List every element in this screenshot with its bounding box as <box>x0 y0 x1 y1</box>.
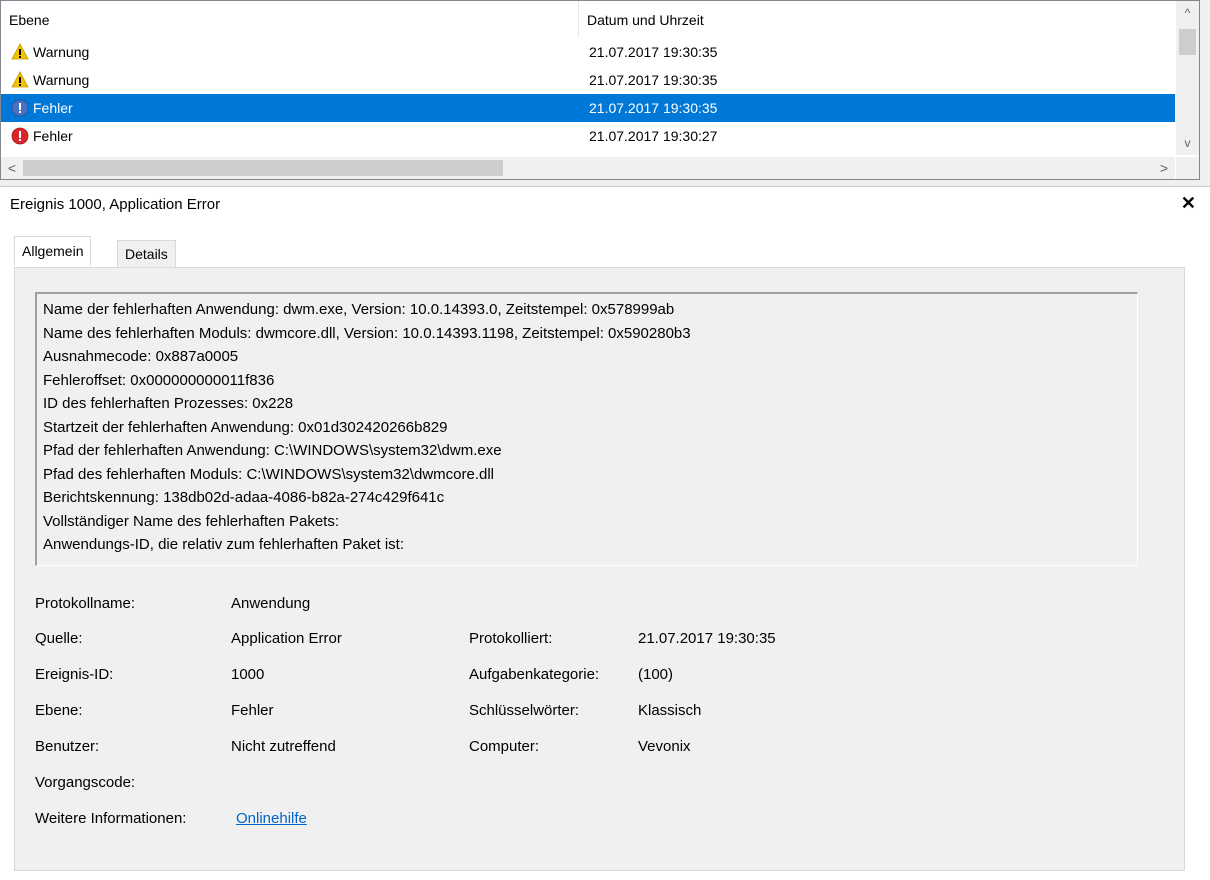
tab-panel-allgemein: Name der fehlerhaften Anwendung: dwm.exe… <box>14 267 1185 871</box>
row-level: Warnung <box>33 72 90 88</box>
value-ebene: Fehler <box>231 702 274 719</box>
table-row[interactable]: Warnung 21.07.2017 19:30:35 <box>1 38 1175 66</box>
event-description[interactable]: Name der fehlerhaften Anwendung: dwm.exe… <box>35 292 1138 566</box>
event-detail-pane: Ereignis 1000, Application Error ✕ Allge… <box>0 186 1210 880</box>
row-level: Fehler <box>33 100 73 116</box>
label-vorgangscode: Vorgangscode: <box>35 774 136 791</box>
label-ebene: Ebene: <box>35 702 83 719</box>
scroll-down-icon[interactable]: v <box>1176 131 1199 155</box>
vertical-scrollbar[interactable]: ^ v <box>1176 1 1199 155</box>
label-protokolliert: Protokolliert: <box>469 630 553 647</box>
event-rows: Warnung 21.07.2017 19:30:35 Warnung 21.0… <box>1 38 1175 150</box>
description-line: Anwendungs-ID, die relativ zum fehlerhaf… <box>43 536 405 553</box>
label-quelle: Quelle: <box>35 630 83 647</box>
description-line: Berichtskennung: 138db02d-adaa-4086-b82a… <box>43 489 445 506</box>
column-header-ebene[interactable]: Ebene <box>1 1 579 37</box>
table-row[interactable]: Warnung 21.07.2017 19:30:35 <box>1 66 1175 94</box>
label-ereignis-id: Ereignis-ID: <box>35 666 114 683</box>
value-protokollname: Anwendung <box>231 595 311 612</box>
warning-icon <box>11 43 29 61</box>
description-line: Pfad der fehlerhaften Anwendung: C:\WIND… <box>43 442 502 459</box>
vertical-scroll-thumb[interactable] <box>1179 29 1196 55</box>
horizontal-scrollbar[interactable]: < > <box>1 157 1175 179</box>
close-icon[interactable]: ✕ <box>1181 193 1196 214</box>
description-line: Name des fehlerhaften Moduls: dwmcore.dl… <box>43 324 691 342</box>
value-quelle: Application Error <box>231 630 342 647</box>
onlinehilfe-link[interactable]: Onlinehilfe <box>236 810 307 827</box>
row-date: 21.07.2017 19:30:27 <box>589 128 718 144</box>
description-line: ID des fehlerhaften Prozesses: 0x228 <box>43 395 294 412</box>
row-date: 21.07.2017 19:30:35 <box>589 100 718 116</box>
description-line: Ausnahmecode: 0x887a0005 <box>43 348 239 365</box>
value-computer: Vevonix <box>638 738 691 755</box>
error-icon <box>11 99 29 117</box>
label-computer: Computer: <box>469 738 540 755</box>
table-row-selected[interactable]: Fehler 21.07.2017 19:30:35 <box>1 94 1175 122</box>
value-aufgabenkategorie: (100) <box>638 666 674 683</box>
label-benutzer: Benutzer: <box>35 738 100 755</box>
scrollbar-corner <box>1176 157 1199 179</box>
description-line: Startzeit der fehlerhaften Anwendung: 0x… <box>43 418 448 436</box>
list-header: Ebene Datum und Uhrzeit <box>1 1 1175 37</box>
event-list[interactable]: Ebene Datum und Uhrzeit Warnung 21.07.20… <box>0 0 1200 180</box>
row-date: 21.07.2017 19:30:35 <box>589 44 718 60</box>
scroll-up-icon[interactable]: ^ <box>1176 1 1199 25</box>
column-header-datum[interactable]: Datum und Uhrzeit <box>579 1 1175 37</box>
label-weitere-informationen: Weitere Informationen: <box>35 810 187 827</box>
description-line: Pfad des fehlerhaften Moduls: C:\WINDOWS… <box>43 465 494 483</box>
detail-title: Ereignis 1000, Application Error <box>10 196 221 213</box>
scroll-left-icon[interactable]: < <box>1 157 23 179</box>
row-level: Fehler <box>33 128 73 144</box>
table-row[interactable]: Fehler 21.07.2017 19:30:27 <box>1 122 1175 150</box>
label-protokollname: Protokollname: <box>35 595 136 612</box>
value-schluesselwoerter: Klassisch <box>638 702 702 719</box>
description-line: Vollständiger Name des fehlerhaften Pake… <box>43 512 340 530</box>
error-icon <box>11 127 29 145</box>
row-date: 21.07.2017 19:30:35 <box>589 72 718 88</box>
tab-allgemein[interactable]: Allgemein <box>14 236 92 266</box>
value-protokolliert: 21.07.2017 19:30:35 <box>638 630 776 647</box>
warning-icon <box>11 71 29 89</box>
label-schluesselwoerter: Schlüsselwörter: <box>469 702 580 719</box>
value-ereignis-id: 1000 <box>231 666 265 683</box>
value-benutzer: Nicht zutreffend <box>231 738 336 755</box>
description-line: Fehleroffset: 0x000000000011f836 <box>43 371 275 389</box>
label-aufgabenkategorie: Aufgabenkategorie: <box>469 666 600 683</box>
tab-details[interactable]: Details <box>117 240 176 268</box>
description-line: Name der fehlerhaften Anwendung: dwm.exe… <box>43 301 675 318</box>
row-level: Warnung <box>33 44 90 60</box>
horizontal-scroll-thumb[interactable] <box>23 160 503 176</box>
scroll-right-icon[interactable]: > <box>1153 157 1175 179</box>
